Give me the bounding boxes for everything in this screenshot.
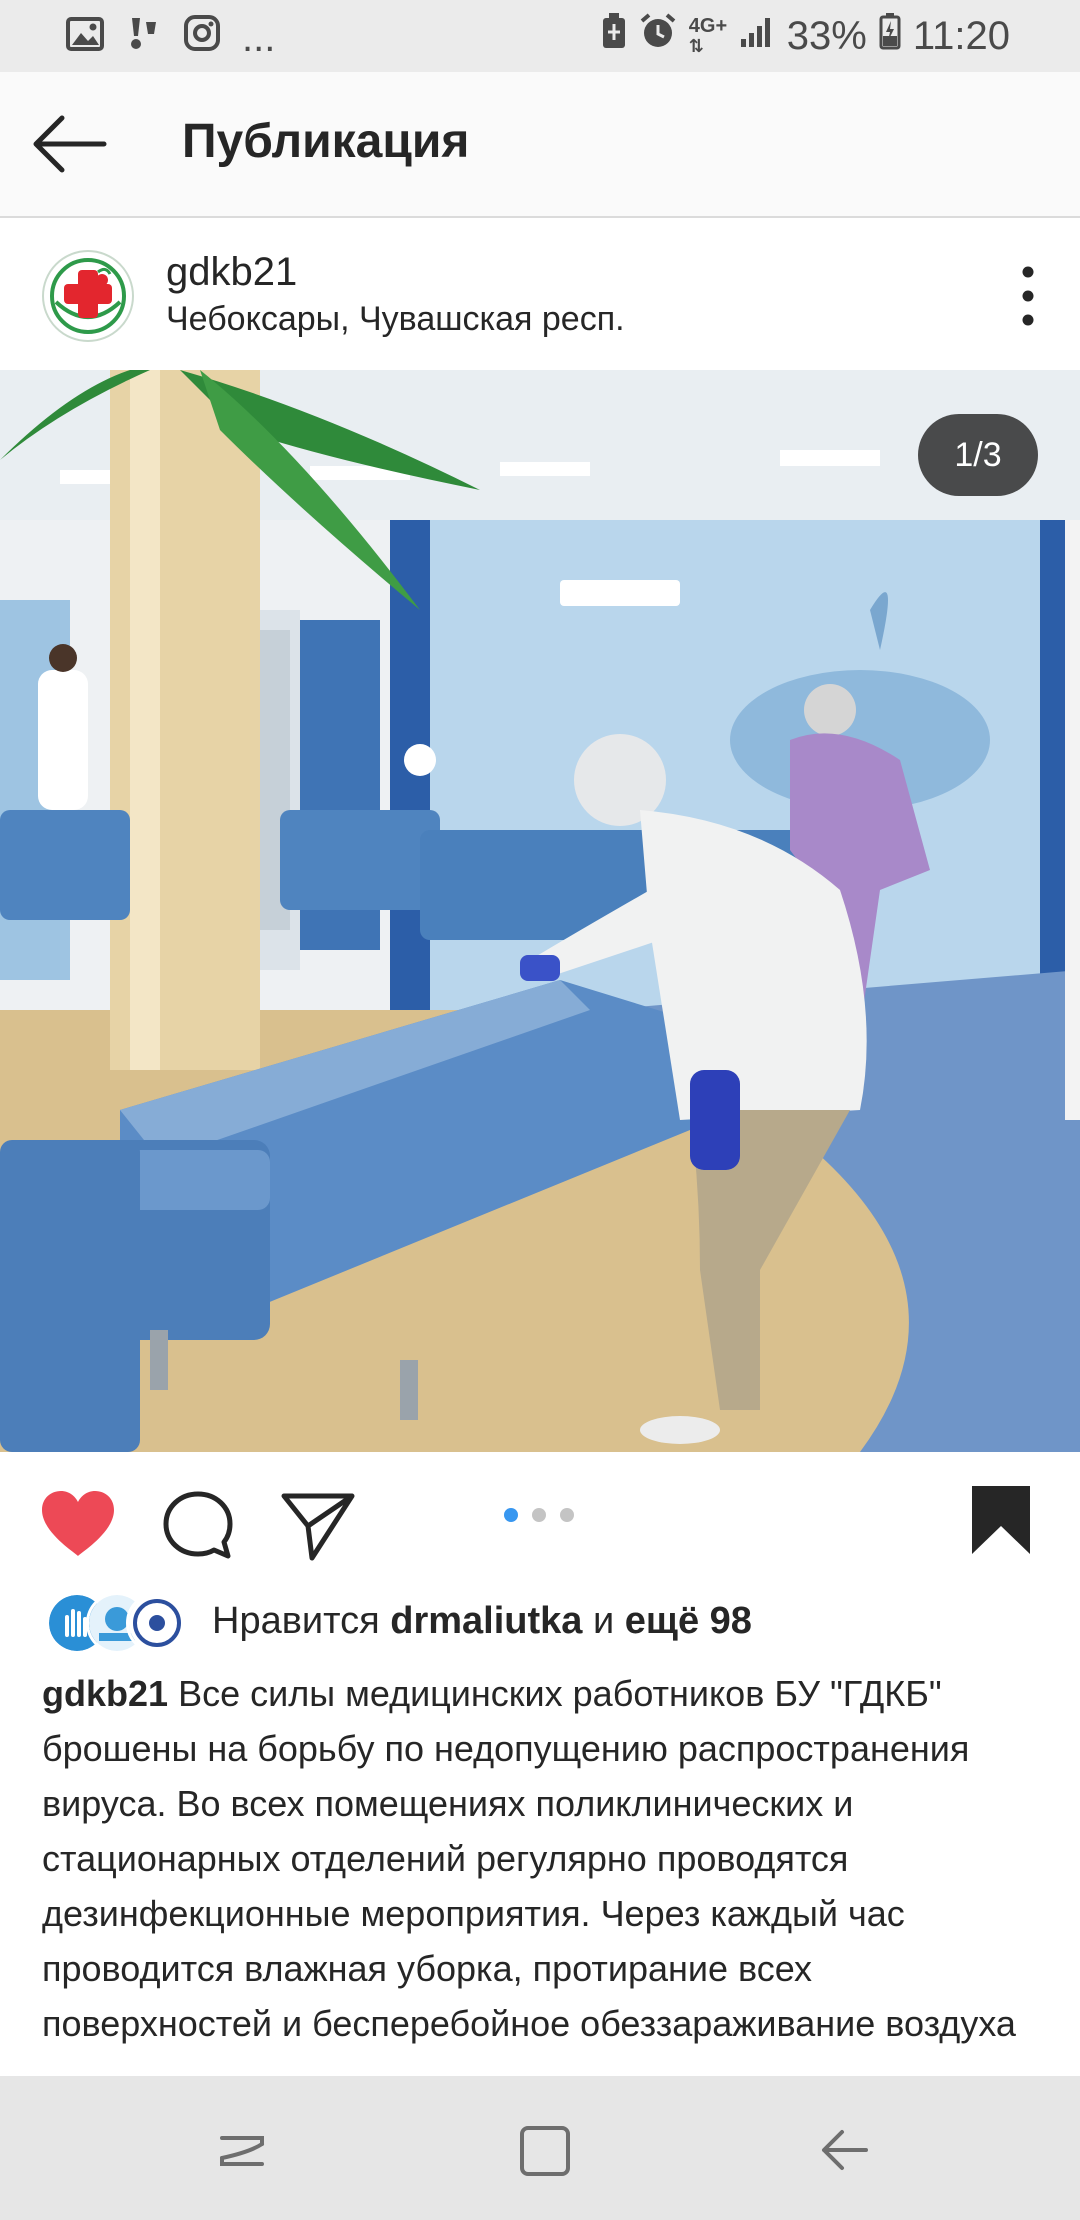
network-type-label: 4G+ xyxy=(688,15,728,37)
likes-prefix: Нравится xyxy=(212,1600,380,1642)
caption-username[interactable]: gdkb21 xyxy=(42,1673,168,1714)
back-nav-button[interactable] xyxy=(812,2118,876,2182)
save-button[interactable] xyxy=(968,1482,1034,1558)
carousel-indicator xyxy=(504,1508,574,1522)
post-action-bar xyxy=(0,1452,1080,1582)
send-icon xyxy=(281,1493,355,1561)
likes-conj: и xyxy=(592,1600,615,1642)
status-right-icons: 4G+ ⇅ 33% 11:20 xyxy=(601,12,1010,60)
like-button[interactable] xyxy=(38,1488,118,1560)
notification-icon xyxy=(126,14,162,62)
instagram-icon xyxy=(184,15,220,61)
likes-text[interactable]: Нравится drmaliutka и ещё 98 xyxy=(212,1600,752,1643)
likes-others[interactable]: ещё 98 xyxy=(625,1600,752,1642)
back-nav-icon xyxy=(822,2130,868,2170)
post-username[interactable]: gdkb21 xyxy=(166,250,297,295)
liker-avatars xyxy=(46,1592,188,1654)
signal-icon xyxy=(739,13,775,59)
back-button[interactable] xyxy=(30,108,110,180)
battery-saver-icon xyxy=(601,12,627,60)
post-header: gdkb21 Чебоксары, Чувашская респ. xyxy=(0,218,1080,370)
comment-button[interactable] xyxy=(160,1488,236,1564)
hospital-logo-icon xyxy=(46,254,130,338)
status-bar: ... 4G+ ⇅ 33% 11:20 xyxy=(0,0,1080,72)
status-left-icons: ... xyxy=(66,14,275,62)
status-overflow: ... xyxy=(242,15,276,60)
more-vertical-icon xyxy=(1022,266,1034,326)
post-location[interactable]: Чебоксары, Чувашская респ. xyxy=(166,300,625,339)
emblem-logo-icon xyxy=(129,1595,185,1651)
home-icon xyxy=(520,2126,570,2176)
arrow-left-icon xyxy=(33,115,107,173)
comment-icon xyxy=(163,1491,233,1559)
heart-filled-icon xyxy=(42,1491,114,1556)
post-image[interactable]: 1/3 xyxy=(0,370,1080,1452)
carousel-dot xyxy=(560,1508,574,1522)
home-button[interactable] xyxy=(512,2118,576,2182)
post-photo-illustration xyxy=(0,370,1080,1452)
carousel-dot-active xyxy=(504,1508,518,1522)
carousel-dot xyxy=(532,1508,546,1522)
avatar[interactable] xyxy=(42,250,134,342)
more-button[interactable] xyxy=(998,258,1058,334)
likes-row[interactable]: Нравится drmaliutka и ещё 98 xyxy=(0,1582,1080,1662)
liker-avatar xyxy=(126,1592,188,1654)
image-counter-badge: 1/3 xyxy=(918,414,1038,496)
recents-icon xyxy=(220,2136,264,2166)
network-4g-icon: 4G+ ⇅ xyxy=(688,15,728,56)
page-title: Публикация xyxy=(182,115,470,168)
post-caption: gdkb21 Все силы медицинских работников Б… xyxy=(42,1666,1042,2076)
bookmark-filled-icon xyxy=(972,1486,1030,1554)
caption-text: Все силы медицинских работников БУ "ГДКБ… xyxy=(42,1673,1016,2044)
likes-user[interactable]: drmaliutka xyxy=(390,1600,582,1642)
system-nav-bar xyxy=(0,2076,1080,2220)
battery-percent: 33% xyxy=(786,13,867,58)
share-button[interactable] xyxy=(280,1488,356,1564)
app-header: Публикация xyxy=(0,72,1080,218)
recents-button[interactable] xyxy=(210,2118,274,2182)
alarm-icon xyxy=(639,12,677,60)
clock: 11:20 xyxy=(912,13,1010,58)
image-icon xyxy=(66,16,104,61)
battery-icon xyxy=(879,12,901,60)
